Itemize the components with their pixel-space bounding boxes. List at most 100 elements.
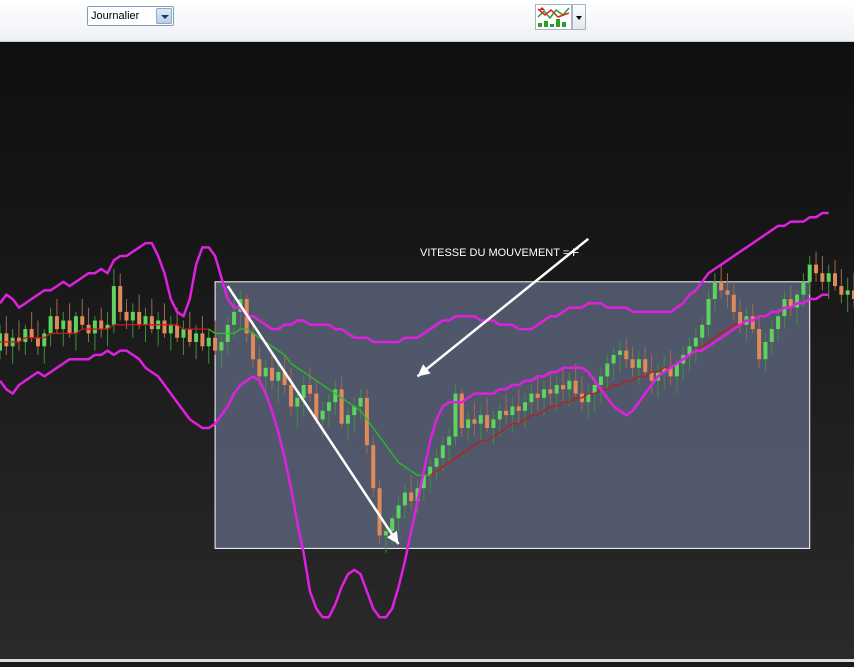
candle-body xyxy=(320,410,325,420)
candle-body xyxy=(301,385,306,398)
candle-body xyxy=(630,359,635,368)
candle-body xyxy=(4,333,9,347)
candle-body xyxy=(371,445,376,489)
candle-body xyxy=(409,492,414,502)
candle-body xyxy=(485,415,490,428)
candle-body xyxy=(472,419,477,424)
candle-body xyxy=(251,333,256,360)
candle-body xyxy=(92,320,97,334)
candle-body xyxy=(567,380,572,390)
candle-body xyxy=(719,281,724,291)
candle-body xyxy=(573,380,578,394)
candle-body xyxy=(263,367,268,377)
candle-body xyxy=(276,372,281,381)
candle-body xyxy=(339,389,344,424)
candle-body xyxy=(270,367,275,381)
candle-body xyxy=(466,419,471,428)
candle-body xyxy=(200,333,205,347)
candle-body xyxy=(516,406,521,411)
chevron-down-icon[interactable] xyxy=(156,8,172,24)
candle-body xyxy=(763,342,768,360)
candle-body xyxy=(561,385,566,390)
candle-body xyxy=(706,299,711,325)
candle-body xyxy=(99,320,104,330)
candle-body xyxy=(80,316,85,325)
candle-body xyxy=(769,329,774,342)
candle-body xyxy=(149,316,154,330)
candle-body xyxy=(447,436,452,446)
candle-body xyxy=(194,333,199,342)
candle-body xyxy=(731,294,736,312)
candle-body xyxy=(168,324,173,334)
candle-body xyxy=(459,393,464,428)
candle-body xyxy=(111,286,116,325)
moving-average-segment xyxy=(208,328,216,334)
candle-body xyxy=(529,393,534,403)
candle-body xyxy=(833,273,838,287)
candle-body xyxy=(124,311,129,321)
candle-body xyxy=(617,350,622,355)
candle-body xyxy=(143,316,148,325)
candlestick-chart-icon xyxy=(537,7,570,27)
candle-body xyxy=(175,324,180,338)
candle-body xyxy=(333,389,338,403)
candle-body xyxy=(510,406,515,416)
candle-body xyxy=(54,316,59,330)
candle-body xyxy=(801,281,806,295)
candle-body xyxy=(611,354,616,364)
candle-body xyxy=(73,316,78,334)
candle-body xyxy=(61,320,66,330)
candle-body xyxy=(491,419,496,428)
candle-body xyxy=(358,397,363,407)
candle-body xyxy=(383,531,388,536)
candle-body xyxy=(307,385,312,394)
candle-body xyxy=(542,389,547,398)
candle-body xyxy=(820,273,825,282)
candle-body xyxy=(712,281,717,299)
candle-body xyxy=(535,393,540,398)
candle-body xyxy=(257,359,262,377)
candle-body xyxy=(693,337,698,347)
candle-body xyxy=(814,264,819,274)
candle-body xyxy=(288,385,293,407)
candle-body xyxy=(232,311,237,325)
candle-body xyxy=(453,393,458,437)
candle-body xyxy=(776,316,781,330)
candle-body xyxy=(29,329,34,338)
price-chart xyxy=(0,211,854,619)
candle-body xyxy=(396,505,401,519)
candle-body xyxy=(434,458,439,467)
toolbar: Journalier xyxy=(0,0,854,42)
candle-body xyxy=(725,290,730,295)
candle-body xyxy=(497,410,502,420)
candle-body xyxy=(181,329,186,338)
candle-body xyxy=(345,415,350,424)
candle-body xyxy=(845,290,850,295)
candle-body xyxy=(440,445,445,459)
candle-body xyxy=(295,397,300,407)
candle-body xyxy=(130,311,135,321)
candle-body xyxy=(636,359,641,368)
candle-body xyxy=(206,337,211,347)
candle-body xyxy=(757,329,762,360)
candle-body xyxy=(700,324,705,338)
candle-body xyxy=(554,385,559,394)
candle-body xyxy=(118,286,123,312)
candle-body xyxy=(35,337,40,347)
chart-type-main[interactable] xyxy=(535,4,572,30)
candle-body xyxy=(48,316,53,334)
candle-body xyxy=(162,320,167,334)
chart-type-button[interactable] xyxy=(535,4,586,30)
chart-type-dropdown-arrow[interactable] xyxy=(572,4,586,30)
candle-body xyxy=(23,329,28,342)
candle-body xyxy=(213,337,218,351)
period-select[interactable]: Journalier xyxy=(87,6,174,26)
candle-body xyxy=(826,273,831,282)
candle-body xyxy=(548,389,553,394)
period-select-value: Journalier xyxy=(91,10,140,22)
candle-body xyxy=(839,286,844,295)
candle-body xyxy=(67,320,72,334)
candle-body xyxy=(42,333,47,347)
candle-body xyxy=(624,350,629,360)
candle-body xyxy=(643,359,648,373)
